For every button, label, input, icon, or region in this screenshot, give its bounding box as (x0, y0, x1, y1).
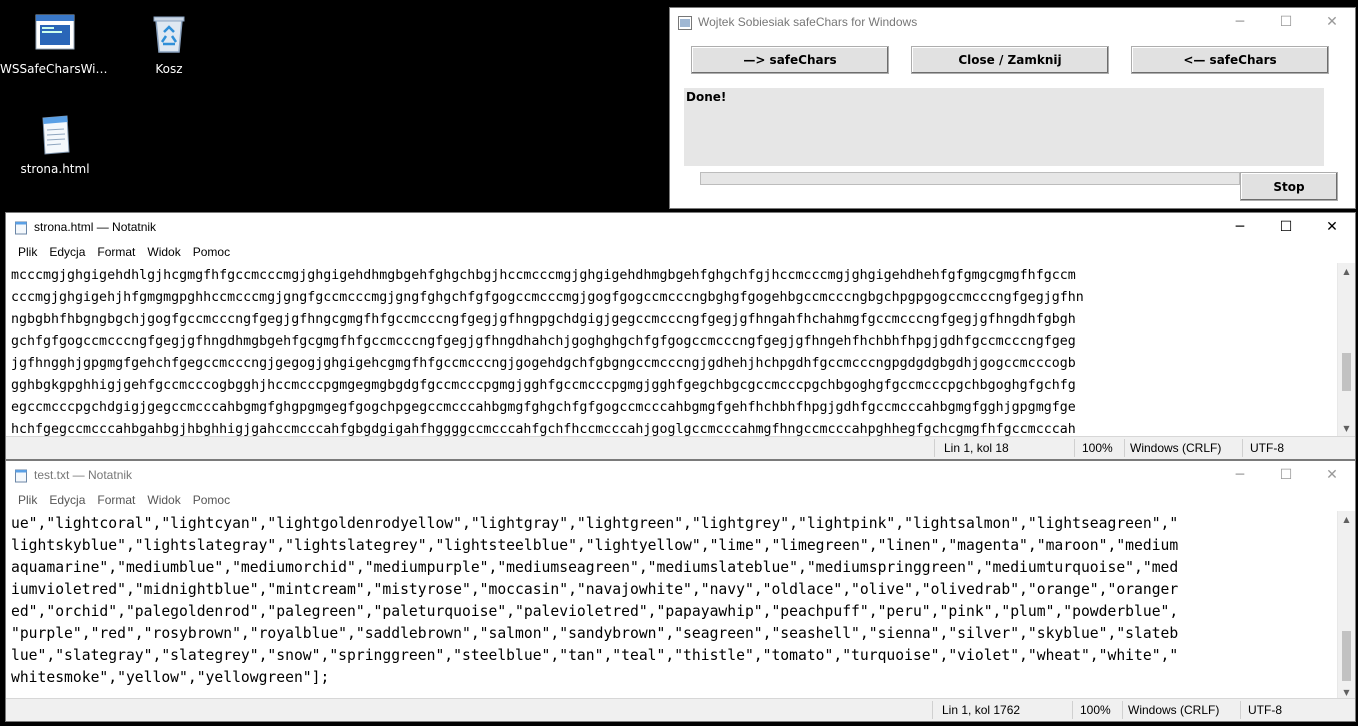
menu-format[interactable]: Format (91, 245, 141, 259)
status-bar: Lin 1, kol 1762 100% Windows (CRLF) UTF-… (6, 698, 1355, 721)
notepad-titlebar[interactable]: test.txt — Notatnik ─ ☐ ✕ (6, 461, 1355, 489)
text-line: jgfhngghjgpgmgfgehchfgegccmcccngjgegogjg… (11, 356, 1076, 371)
close-window-button[interactable]: ✕ (1309, 213, 1355, 241)
notepad-titlebar[interactable]: strona.html — Notatnik ─ ☐ ✕ (6, 213, 1355, 241)
text-line: iumvioletred","midnightblue","mintcream"… (11, 581, 1179, 598)
maximize-button[interactable]: ☐ (1263, 461, 1309, 489)
minimize-button[interactable]: ─ (1217, 8, 1263, 36)
notepad-icon (14, 220, 28, 235)
safechars-window: Wojtek Sobiesiak safeChars for Windows ─… (669, 7, 1356, 209)
menu-widok[interactable]: Widok (141, 245, 186, 259)
text-editor[interactable]: ue","lightcoral","lightcyan","lightgolde… (6, 511, 1355, 701)
minimize-button[interactable]: ─ (1217, 213, 1263, 241)
menu-plik[interactable]: Plik (12, 245, 43, 259)
notepad-icon (14, 468, 28, 483)
text-line: cccmgjghgigehjhfgmgmgpghhccmcccmgjgngfgc… (11, 290, 1084, 305)
close-zamknij-button[interactable]: Close / Zamknij (911, 46, 1109, 74)
encode-safechars-button[interactable]: —> safeChars (691, 46, 889, 74)
line-ending: Windows (CRLF) (1128, 703, 1220, 717)
vertical-scrollbar[interactable]: ▲ ▼ (1337, 263, 1355, 437)
progress-bar (700, 172, 1240, 185)
menu-pomoc[interactable]: Pomoc (187, 245, 236, 259)
scroll-up-icon[interactable]: ▲ (1338, 263, 1355, 280)
scrollbar-thumb[interactable] (1342, 631, 1351, 681)
encoding: UTF-8 (1250, 441, 1284, 455)
desktop-icon-label: strona.html (20, 162, 90, 176)
zoom-level: 100% (1080, 703, 1111, 717)
menu-bar: Plik Edycja Format Widok Pomoc (6, 489, 1355, 511)
close-window-button[interactable]: ✕ (1309, 8, 1355, 36)
text-line: hchfgegccmcccahbgahbgjhbghhigjgahccmccca… (11, 422, 1076, 437)
desktop-icon-label: WSSafeCharsWin... (0, 62, 110, 76)
encoding: UTF-8 (1248, 703, 1282, 717)
cursor-position: Lin 1, kol 1762 (942, 703, 1021, 717)
safechars-titlebar[interactable]: Wojtek Sobiesiak safeChars for Windows ─… (670, 8, 1355, 36)
desktop-icon-recycle-bin[interactable]: Kosz (114, 12, 224, 76)
maximize-button[interactable]: ☐ (1263, 213, 1309, 241)
menu-edycja[interactable]: Edycja (43, 493, 91, 507)
desktop-icon-label: Kosz (155, 62, 183, 76)
text-line: gchfgfgogccmcccngfgegjgfhngdhmgbgehfgcgm… (11, 334, 1076, 349)
editor-content[interactable]: ue","lightcoral","lightcyan","lightgolde… (6, 511, 1355, 689)
editor-content[interactable]: mcccmgjghgigehdhlgjhcgmgfhfgccmcccmgjghg… (6, 263, 1355, 437)
notepad-window-test: test.txt — Notatnik ─ ☐ ✕ Plik Edycja Fo… (5, 460, 1356, 722)
window-title: test.txt — Notatnik (34, 468, 133, 482)
menu-pomoc[interactable]: Pomoc (187, 493, 236, 507)
text-line: gghbgkgpghhigjgehfgccmcccogbgghjhccmcccp… (11, 378, 1076, 393)
maximize-button[interactable]: ☐ (1263, 8, 1309, 36)
status-message: Done! (684, 88, 1324, 166)
menu-edycja[interactable]: Edycja (43, 245, 91, 259)
program-window-icon (33, 12, 77, 56)
text-line: mcccmgjghgigehdhlgjhcgmgfhfgccmcccmgjghg… (11, 268, 1076, 283)
cursor-position: Lin 1, kol 18 (944, 441, 1009, 455)
app-window-icon (678, 15, 692, 30)
line-ending: Windows (CRLF) (1130, 441, 1222, 455)
text-line: aquamarine","mediumblue","mediumorchid",… (11, 559, 1179, 576)
scrollbar-thumb[interactable] (1342, 353, 1351, 391)
text-line: whitesmoke","yellow","yellowgreen"]; (11, 669, 330, 686)
status-bar: Lin 1, kol 18 100% Windows (CRLF) UTF-8 (6, 436, 1355, 459)
window-title: strona.html — Notatnik (34, 220, 157, 234)
text-line: egccmcccpgchdgigjgegccmcccahbgmgfghgpgmg… (11, 400, 1076, 415)
vertical-scrollbar[interactable]: ▲ ▼ (1337, 511, 1355, 701)
menu-bar: Plik Edycja Format Widok Pomoc (6, 241, 1355, 263)
text-editor[interactable]: mcccmgjghgigehdhlgjhcgmgfhfgccmcccmgjghg… (6, 263, 1355, 437)
text-line: lue","slategray","slategrey","snow","spr… (11, 647, 1179, 664)
desktop-icon-wssafechars[interactable]: WSSafeCharsWin... (0, 12, 110, 76)
close-window-button[interactable]: ✕ (1309, 461, 1355, 489)
text-line: ed","orchid","palegoldenrod","palegreen"… (11, 603, 1179, 620)
menu-widok[interactable]: Widok (141, 493, 186, 507)
decode-safechars-button[interactable]: <— safeChars (1131, 46, 1329, 74)
notepad-window-strona: strona.html — Notatnik ─ ☐ ✕ Plik Edycja… (5, 212, 1356, 460)
text-line: "purple","red","rosybrown","royalblue","… (11, 625, 1179, 642)
window-title: Wojtek Sobiesiak safeChars for Windows (698, 15, 918, 29)
minimize-button[interactable]: ─ (1217, 461, 1263, 489)
desktop-icon-strona-html[interactable]: strona.html (0, 112, 110, 176)
notepad-document-icon (33, 112, 77, 156)
menu-format[interactable]: Format (91, 493, 141, 507)
scroll-down-icon[interactable]: ▼ (1338, 420, 1355, 437)
recycle-bin-icon (147, 12, 191, 56)
stop-button[interactable]: Stop (1240, 172, 1338, 201)
text-line: ngbgbhfhbgngbgchjgogfgccmcccngfgegjgfhng… (11, 312, 1076, 327)
zoom-level: 100% (1082, 441, 1113, 455)
scroll-up-icon[interactable]: ▲ (1338, 511, 1355, 528)
menu-plik[interactable]: Plik (12, 493, 43, 507)
text-line: lightskyblue","lightslategray","lightsla… (11, 537, 1179, 554)
text-line: ue","lightcoral","lightcyan","lightgolde… (11, 515, 1179, 532)
